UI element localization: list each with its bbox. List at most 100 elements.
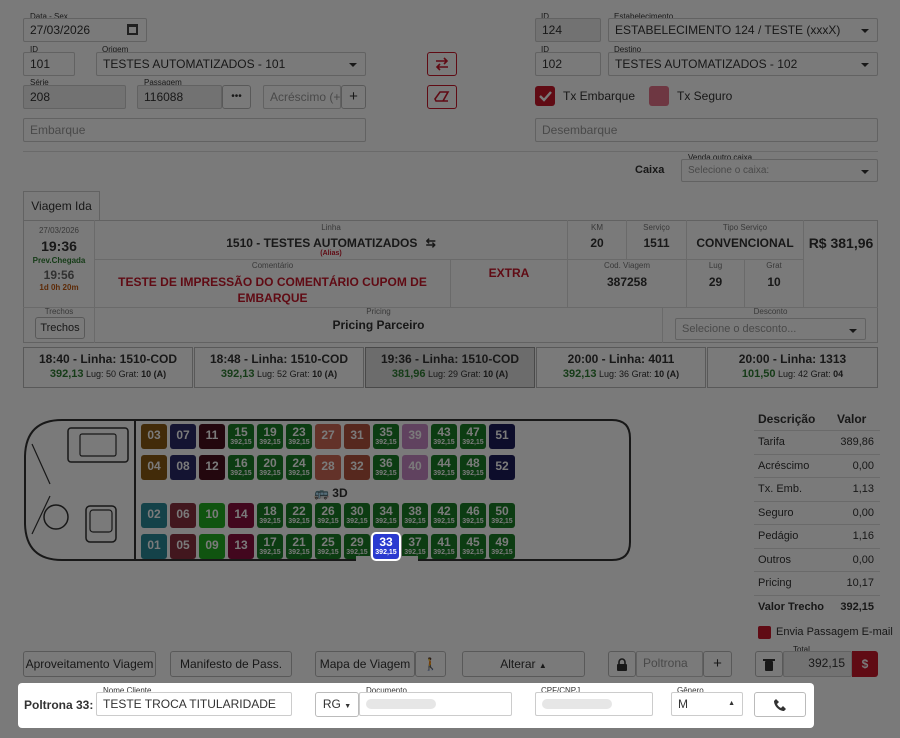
seat-22[interactable]: 22 392,15 <box>286 503 312 528</box>
seat-21[interactable]: 21 392,15 <box>286 534 312 559</box>
trip-option[interactable]: 18:40 - Linha: 1510-COD 392,13 Lug: 50 G… <box>23 347 193 388</box>
seat-48[interactable]: 48 392,15 <box>460 455 486 480</box>
nome-cliente-input[interactable]: TESTE TROCA TITULARIDADE <box>96 692 292 716</box>
swap-button[interactable] <box>427 52 457 76</box>
seat-36[interactable]: 36 392,15 <box>373 455 399 480</box>
mapa-viagem-button[interactable]: Mapa de Viagem <box>315 651 415 677</box>
trip-option[interactable]: 18:48 - Linha: 1510-COD 392,13 Lug: 52 G… <box>194 347 364 388</box>
seat-26[interactable]: 26 392,15 <box>315 503 341 528</box>
origem-select[interactable]: TESTES AUTOMATIZADOS - 101 <box>96 52 366 76</box>
date-field[interactable]: 27/03/2026 <box>23 18 147 42</box>
id-field[interactable]: 124 <box>535 18 601 42</box>
seat-41[interactable]: 41 392,15 <box>431 534 457 559</box>
cpf-input[interactable] <box>535 692 653 716</box>
seat-25[interactable]: 25 392,15 <box>315 534 341 559</box>
seat-32[interactable]: 32 <box>344 455 370 480</box>
seat-09[interactable]: 09 <box>199 534 225 559</box>
manifesto-button[interactable]: Manifesto de Pass. <box>170 651 292 677</box>
summary-row: Seguro 0,00 <box>754 501 880 524</box>
seat-30[interactable]: 30 392,15 <box>344 503 370 528</box>
seat-08[interactable]: 08 <box>170 455 196 480</box>
desembarque-input[interactable]: Desembarque <box>535 118 878 142</box>
trip-option[interactable]: 20:00 - Linha: 1313 101,50 Lug: 42 Grat:… <box>707 347 878 388</box>
seat-47[interactable]: 47 392,15 <box>460 424 486 449</box>
alterar-button[interactable]: Alterar ▲ <box>462 651 585 677</box>
refresh-icon[interactable]: ⇆ <box>426 236 436 250</box>
seat-34[interactable]: 34 392,15 <box>373 503 399 528</box>
seat-43[interactable]: 43 392,15 <box>431 424 457 449</box>
poltrona-input[interactable]: Poltrona <box>636 651 703 677</box>
trechos-button[interactable]: Trechos <box>35 317 85 339</box>
lock-button[interactable] <box>608 651 636 677</box>
seat-40[interactable]: 40 <box>402 455 428 480</box>
seat-35[interactable]: 35 392,15 <box>373 424 399 449</box>
seat-15[interactable]: 15 392,15 <box>228 424 254 449</box>
phone-button[interactable] <box>754 692 806 717</box>
walk-button[interactable]: 🚶 <box>415 651 446 677</box>
aproveitamento-button[interactable]: Aproveitamento Viagem <box>23 651 156 677</box>
seat-07[interactable]: 07 <box>170 424 196 449</box>
seat-23[interactable]: 23 392,15 <box>286 424 312 449</box>
acrescimo-plus-button[interactable]: + <box>341 85 366 109</box>
desconto-select[interactable]: Selecione o desconto... <box>675 318 866 340</box>
serie-field[interactable]: 208 <box>23 85 126 109</box>
seat-06[interactable]: 06 <box>170 503 196 528</box>
seat-17[interactable]: 17 392,15 <box>257 534 283 559</box>
pay-button[interactable]: $ <box>852 651 878 677</box>
estab-select[interactable]: ESTABELECIMENTO 124 / TESTE (xxxX) <box>608 18 878 42</box>
seat-39[interactable]: 39 <box>402 424 428 449</box>
venda-caixa-select[interactable]: Selecione o caixa: <box>681 159 878 182</box>
poltrona-plus-button[interactable]: + <box>703 651 732 677</box>
seat-45[interactable]: 45 392,15 <box>460 534 486 559</box>
origem-id-field[interactable]: 101 <box>23 52 75 76</box>
seat-31[interactable]: 31 <box>344 424 370 449</box>
seat-42[interactable]: 42 392,15 <box>431 503 457 528</box>
destino-select[interactable]: TESTES AUTOMATIZADOS - 102 <box>608 52 878 76</box>
seat-51[interactable]: 51 <box>489 424 515 449</box>
seat-46[interactable]: 46 392,15 <box>460 503 486 528</box>
passagem-more-button[interactable]: ••• <box>222 85 251 109</box>
tx-seguro-checkbox[interactable] <box>649 86 669 106</box>
delete-button[interactable] <box>755 651 783 677</box>
seat-33-selected[interactable]: 33 392,15 <box>371 532 401 561</box>
tx-embarque-checkbox[interactable] <box>535 86 555 106</box>
seat-04[interactable]: 04 <box>141 455 167 480</box>
seat-16[interactable]: 16 392,15 <box>228 455 254 480</box>
doc-type-select[interactable]: RG ▼ <box>315 692 359 717</box>
seat-24[interactable]: 24 392,15 <box>286 455 312 480</box>
total-field[interactable]: 392,15 <box>783 651 852 677</box>
seat-12[interactable]: 12 <box>199 455 225 480</box>
seat-02[interactable]: 02 <box>141 503 167 528</box>
trip-date: 27/03/2026 <box>38 226 80 235</box>
seat-28[interactable]: 28 <box>315 455 341 480</box>
embarque-input[interactable]: Embarque <box>23 118 366 142</box>
trip-option[interactable]: 20:00 - Linha: 4011 392,13 Lug: 36 Grat:… <box>536 347 706 388</box>
trip-option-selected[interactable]: 19:36 - Linha: 1510-COD 381,96 Lug: 29 G… <box>365 347 535 388</box>
seat-27[interactable]: 27 <box>315 424 341 449</box>
seat-10[interactable]: 10 <box>199 503 225 528</box>
genero-select[interactable]: M ▲ <box>671 692 743 716</box>
clear-button[interactable] <box>427 85 457 109</box>
seat-44[interactable]: 44 392,15 <box>431 455 457 480</box>
documento-input[interactable] <box>359 692 512 716</box>
bus-3d-toggle[interactable]: 🚌 3D <box>314 486 348 500</box>
seat-50[interactable]: 50 392,15 <box>489 503 515 528</box>
seat-49[interactable]: 49 392,15 <box>489 534 515 559</box>
seat-03[interactable]: 03 <box>141 424 167 449</box>
seat-11[interactable]: 11 <box>199 424 225 449</box>
destino-id-field[interactable]: 102 <box>535 52 601 76</box>
seat-19[interactable]: 19 392,15 <box>257 424 283 449</box>
acrescimo-input[interactable]: Acréscimo (+) <box>263 85 341 109</box>
seat-14[interactable]: 14 <box>228 503 254 528</box>
seat-05[interactable]: 05 <box>170 534 196 559</box>
seat-13[interactable]: 13 <box>228 534 254 559</box>
seat-52[interactable]: 52 <box>489 455 515 480</box>
tab-viagem-ida[interactable]: Viagem Ida <box>23 191 100 221</box>
calendar-icon[interactable] <box>127 24 138 35</box>
seat-38[interactable]: 38 392,15 <box>402 503 428 528</box>
seat-01[interactable]: 01 <box>141 534 167 559</box>
passagem-field[interactable]: 116088 <box>137 85 222 109</box>
seat-20[interactable]: 20 392,15 <box>257 455 283 480</box>
seat-18[interactable]: 18 392,15 <box>257 503 283 528</box>
envia-email-checkbox[interactable] <box>758 626 771 639</box>
